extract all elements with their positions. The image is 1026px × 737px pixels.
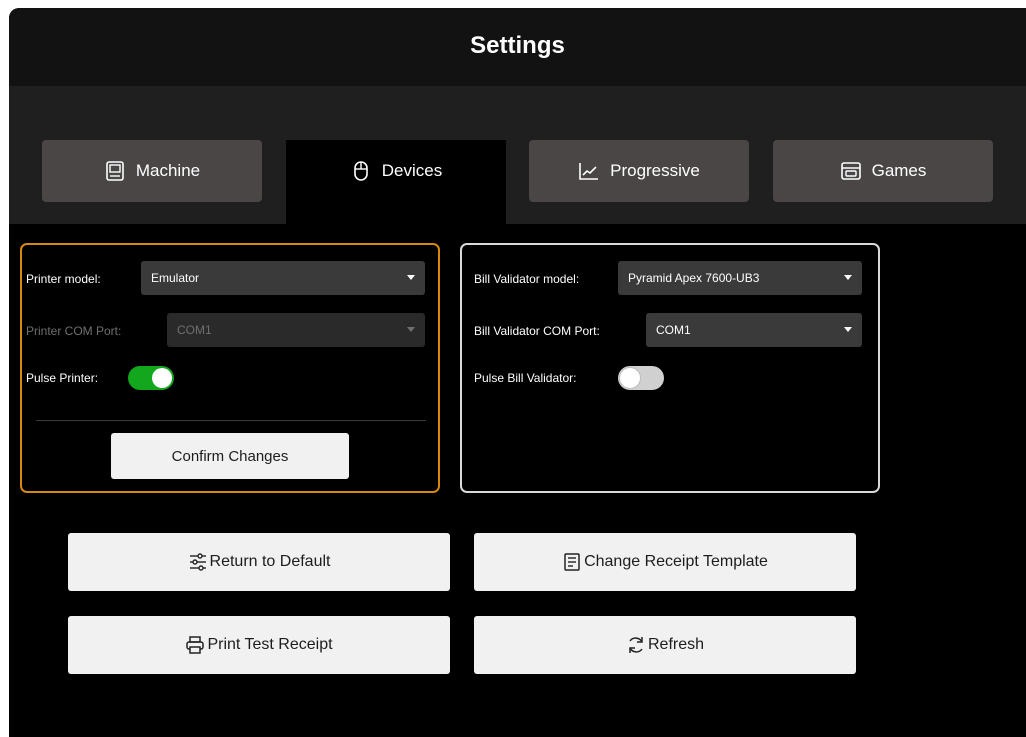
- change-receipt-template-label: Change Receipt Template: [584, 553, 768, 570]
- title-bar: Settings: [9, 8, 1026, 86]
- tab-progressive-label: Progressive: [610, 161, 700, 180]
- chart-line-icon: [578, 160, 600, 182]
- page-title: Settings: [470, 32, 565, 59]
- printer-settings-panel: Printer model: Emulator Printer COM Port…: [20, 243, 440, 493]
- tab-progressive[interactable]: Progressive: [529, 140, 749, 202]
- bill-com-label: Bill Validator COM Port:: [474, 324, 600, 338]
- chevron-down-icon: [844, 327, 852, 332]
- chevron-down-icon: [407, 275, 415, 280]
- tab-machine[interactable]: Machine: [42, 140, 262, 202]
- machine-icon: [104, 160, 126, 182]
- bill-com-value: COM1: [656, 323, 691, 337]
- return-to-default-button[interactable]: Return to Default: [68, 533, 450, 591]
- tab-games-label: Games: [871, 161, 927, 180]
- bill-model-label: Bill Validator model:: [474, 272, 580, 286]
- confirm-changes-label: Confirm Changes: [171, 447, 289, 465]
- games-icon: [840, 160, 862, 182]
- bill-validator-panel: Bill Validator model: Pyramid Apex 7600-…: [460, 243, 880, 493]
- chevron-down-icon: [407, 327, 415, 332]
- pulse-printer-label: Pulse Printer:: [26, 371, 99, 385]
- sliders-icon: [188, 552, 208, 572]
- divider: [36, 420, 426, 421]
- printer-com-select[interactable]: COM1: [167, 313, 425, 347]
- print-test-receipt-button[interactable]: Print Test Receipt: [68, 616, 450, 674]
- tab-devices-label: Devices: [381, 161, 443, 180]
- tab-games[interactable]: Games: [773, 140, 993, 202]
- printer-model-value: Emulator: [151, 271, 200, 285]
- change-receipt-template-button[interactable]: Change Receipt Template: [474, 533, 856, 591]
- refresh-label: Refresh: [647, 636, 705, 653]
- toggle-knob: [620, 368, 640, 388]
- confirm-changes-button[interactable]: Confirm Changes: [111, 433, 349, 479]
- refresh-button[interactable]: Refresh: [474, 616, 856, 674]
- refresh-icon: [626, 635, 646, 655]
- settings-window: Settings Machine Devices Progressive Gam…: [9, 8, 1026, 737]
- return-to-default-label: Return to Default: [209, 553, 331, 570]
- pulse-bill-toggle[interactable]: [618, 366, 664, 390]
- chevron-down-icon: [844, 275, 852, 280]
- pulse-printer-toggle[interactable]: [128, 366, 174, 390]
- tab-machine-label: Machine: [135, 161, 201, 180]
- printer-icon: [185, 635, 205, 655]
- printer-com-value: COM1: [177, 323, 212, 337]
- bill-model-value: Pyramid Apex 7600-UB3: [628, 271, 760, 285]
- bill-model-select[interactable]: Pyramid Apex 7600-UB3: [618, 261, 862, 295]
- tab-devices[interactable]: Devices: [286, 140, 506, 224]
- receipt-icon: [562, 552, 582, 572]
- printer-model-label: Printer model:: [26, 272, 101, 286]
- printer-model-select[interactable]: Emulator: [141, 261, 425, 295]
- print-test-receipt-label: Print Test Receipt: [207, 636, 333, 653]
- printer-com-label: Printer COM Port:: [26, 324, 122, 338]
- tab-bar: Machine Devices Progressive Games: [9, 86, 1026, 224]
- bill-com-select[interactable]: COM1: [646, 313, 862, 347]
- pulse-bill-label: Pulse Bill Validator:: [474, 371, 577, 385]
- toggle-knob: [152, 368, 172, 388]
- mouse-icon: [350, 160, 372, 182]
